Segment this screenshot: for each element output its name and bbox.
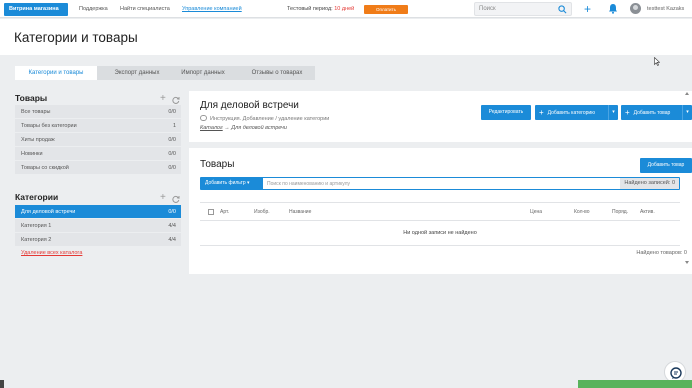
breadcrumb-catalog-link[interactable]: Каталог bbox=[200, 125, 223, 131]
trial-days: 10 дней bbox=[334, 6, 355, 12]
find-specialist-link[interactable]: Найти специалиста bbox=[120, 6, 170, 12]
goods-title: Товары bbox=[200, 159, 235, 170]
categories-panel-tools: + bbox=[160, 192, 182, 204]
chevron-down-icon: ▾ bbox=[247, 180, 250, 186]
user-name[interactable]: testtest Kazaks bbox=[647, 6, 684, 12]
list-item-discounted[interactable]: Товары со скидкой 0/0 bbox=[15, 161, 181, 175]
column-price[interactable]: Цена bbox=[530, 209, 542, 215]
column-active[interactable]: Актив. bbox=[640, 209, 655, 215]
products-panel-tools: + bbox=[160, 93, 182, 105]
chevron-down-icon[interactable]: ▾ bbox=[608, 105, 618, 120]
column-image[interactable]: Изобр. bbox=[254, 209, 270, 215]
add-icon[interactable]: + bbox=[160, 192, 166, 204]
list-item-bestsellers[interactable]: Хиты продаж 0/0 bbox=[15, 133, 181, 147]
tab-export[interactable]: Экспорт данных bbox=[97, 66, 177, 80]
categories-panel-title: Категории bbox=[15, 192, 59, 202]
company-management-link[interactable]: Управление компанией bbox=[182, 6, 242, 12]
add-category-button[interactable]: + Добавить категорию ▾ bbox=[535, 105, 618, 120]
column-order[interactable]: Поряд. bbox=[612, 209, 628, 215]
category-item[interactable]: Категория 2 4/4 bbox=[15, 233, 181, 247]
filter-bar: Добавить фильтр ▾ Поиск по наименованию … bbox=[200, 177, 680, 190]
global-search-input[interactable]: Поиск bbox=[474, 2, 572, 16]
refresh-icon[interactable] bbox=[172, 195, 180, 203]
add-icon[interactable]: + bbox=[160, 93, 166, 105]
table-header: Арт. Изобр. Название Цена Кол-во Поряд. … bbox=[200, 202, 680, 221]
add-filter-button[interactable]: Добавить фильтр ▾ bbox=[201, 178, 263, 189]
column-article[interactable]: Арт. bbox=[220, 209, 229, 215]
plus-icon: + bbox=[625, 108, 630, 117]
plus-icon: + bbox=[539, 108, 544, 117]
list-item-uncategorized[interactable]: Товары без категории 1 bbox=[15, 119, 181, 133]
mouse-cursor-icon bbox=[654, 57, 660, 66]
product-search-input[interactable]: Поиск по наименованию и артикулу bbox=[267, 181, 350, 187]
products-list: Все товары 0/0 Товары без категории 1 Хиты… bbox=[15, 105, 181, 175]
page-header: Категории и товары bbox=[0, 19, 692, 55]
refresh-icon[interactable] bbox=[172, 96, 180, 104]
tab-reviews[interactable]: Отзывы о товарах bbox=[239, 66, 315, 80]
pay-button[interactable]: Оплатить bbox=[364, 5, 408, 14]
notification-strip bbox=[578, 380, 692, 388]
category-item[interactable]: Категория 1 4/4 bbox=[15, 219, 181, 233]
delete-catalog-link[interactable]: Удаление всех каталога bbox=[21, 250, 82, 256]
category-info-panel: Для деловой встречи Инструкция. Добавлен… bbox=[189, 91, 692, 142]
instruction-link[interactable]: Инструкция. Добавление / удаление катего… bbox=[200, 115, 329, 122]
storefront-button[interactable]: Витрина магазина bbox=[4, 3, 68, 16]
add-product-button[interactable]: + Добавить товар ▾ bbox=[621, 105, 692, 120]
tab-categories-products[interactable]: Категории и товары bbox=[15, 66, 97, 80]
avatar[interactable] bbox=[630, 3, 641, 14]
list-item-new[interactable]: Новинки 0/0 bbox=[15, 147, 181, 161]
column-quantity[interactable]: Кол-во bbox=[574, 209, 590, 215]
column-name[interactable]: Название bbox=[289, 209, 311, 215]
found-products-count: Найдено товаров: 0 bbox=[636, 250, 687, 256]
breadcrumb: Каталог → Для деловой встречи bbox=[200, 125, 287, 131]
products-panel-title: Товары bbox=[15, 93, 48, 103]
search-icon[interactable] bbox=[558, 5, 567, 14]
empty-table-message: Ни одной записи не найдено bbox=[200, 221, 680, 246]
window-edge bbox=[0, 380, 4, 388]
goods-panel: Товары Добавить товар Добавить фильтр ▾ … bbox=[189, 148, 692, 274]
category-item[interactable]: Для деловой встречи 0/0 bbox=[15, 205, 181, 219]
add-icon[interactable]: + bbox=[584, 2, 591, 16]
list-item-all-products[interactable]: Все товары 0/0 bbox=[15, 105, 181, 119]
support-link[interactable]: Поддержка bbox=[79, 6, 108, 12]
trial-period-text: Тестовый период: 10 дней bbox=[287, 6, 355, 12]
tab-import[interactable]: Импорт данных bbox=[167, 66, 239, 80]
top-navigation-bar: Витрина магазина Поддержка Найти специал… bbox=[0, 0, 692, 18]
chat-icon bbox=[200, 115, 207, 121]
categories-list: Для деловой встречи 0/0 Категория 1 4/4 Ка… bbox=[15, 205, 181, 247]
select-all-checkbox[interactable] bbox=[208, 209, 214, 215]
page-title: Категории и товары bbox=[14, 30, 138, 45]
bell-icon[interactable] bbox=[608, 3, 618, 14]
edit-button[interactable]: Редактировать bbox=[481, 105, 531, 120]
scrollbar[interactable] bbox=[685, 92, 689, 264]
category-title: Для деловой встречи bbox=[200, 100, 299, 111]
search-placeholder: Поиск bbox=[479, 6, 496, 12]
breadcrumb-current: Для деловой встречи bbox=[231, 125, 287, 131]
found-records: Найдено записей: 0 bbox=[620, 178, 679, 189]
